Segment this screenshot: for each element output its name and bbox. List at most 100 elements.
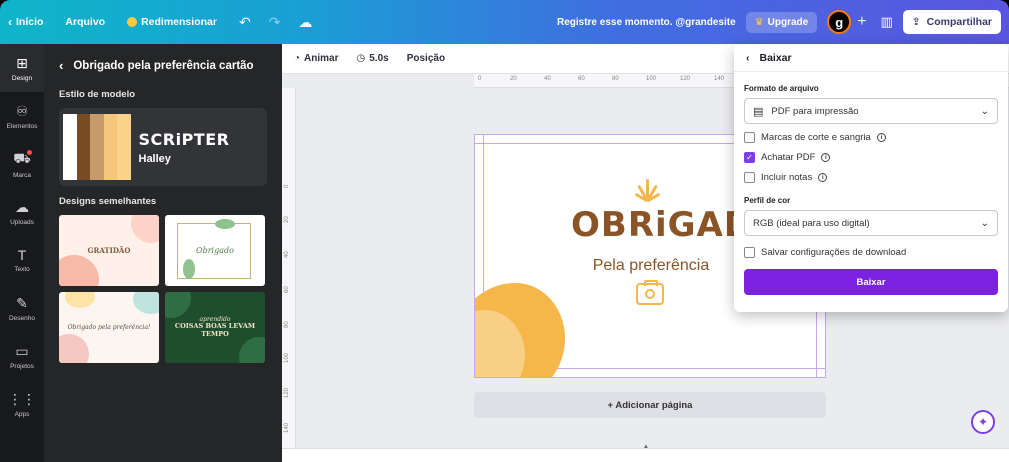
swatch [63, 114, 77, 180]
design-thumbnail[interactable]: Obrigado pela preferência! [59, 292, 159, 363]
notification-dot [27, 150, 32, 155]
magic-assistant-icon[interactable]: ✦ [971, 410, 995, 434]
rail-item-text[interactable]: T Texto [0, 236, 44, 284]
rail-item-apps[interactable]: ⋮⋮ Apps [0, 380, 44, 428]
color-profile-select[interactable]: RGB (ideal para uso digital) ⌄ [744, 210, 998, 236]
info-icon[interactable]: i [876, 132, 886, 142]
similar-designs-grid: GRATIDÃO Obrigado Obrigado pela preferên… [59, 215, 267, 363]
chevron-down-icon: ⌄ [980, 105, 989, 117]
crown-icon: ♛ [754, 16, 764, 28]
leaf-decoration [215, 219, 235, 229]
flatten-pdf-option[interactable]: ✓ Achatar PDF i [744, 150, 998, 164]
undo-icon[interactable]: ↶ [239, 14, 251, 31]
redo-icon[interactable]: ↷ [269, 14, 281, 31]
duration-label: 5.0s [369, 53, 389, 64]
folder-icon: ▭ [15, 342, 29, 359]
rail-item-draw[interactable]: ✎ Desenho [0, 284, 44, 332]
home-button[interactable]: ‹ Início [8, 15, 43, 29]
ruler-tick-label: 40 [544, 76, 551, 82]
animate-button[interactable]: ◔ Animar [294, 53, 339, 64]
rail-item-elements[interactable]: ♾ Elementos [0, 92, 44, 140]
leaf-decoration [183, 259, 195, 279]
position-button[interactable]: Posição [407, 53, 445, 64]
panel-header[interactable]: ‹ Obrigado pela preferência cartão [59, 58, 267, 73]
thumbnail-title: Obrigado [196, 246, 234, 255]
file-format-value: PDF para impressão [771, 105, 859, 117]
style-font-body: Halley [138, 152, 171, 165]
ruler-tick-label: 40 [284, 251, 290, 258]
ruler-tick-label: 60 [578, 76, 585, 82]
upgrade-button[interactable]: ♛ Upgrade [745, 11, 818, 33]
checkbox[interactable] [744, 171, 755, 183]
thumbnail-title: GRATIDÃO [87, 246, 131, 255]
ruler-tick-label: 80 [284, 321, 290, 328]
chevron-down-icon: ⌄ [980, 217, 989, 229]
file-menu[interactable]: Arquivo [65, 16, 105, 28]
rail-item-uploads[interactable]: ☁ Uploads [0, 188, 44, 236]
rail-item-projects[interactable]: ▭ Projetos [0, 332, 44, 380]
position-label: Posição [406, 53, 446, 64]
back-chevron-icon[interactable]: ‹ [59, 58, 63, 73]
popover-header[interactable]: ‹ Baixar [734, 44, 1008, 72]
ruler-tick-label: 100 [284, 352, 290, 363]
style-font-heading: SCRiPTER [138, 129, 230, 149]
design-thumbnail[interactable]: GRATIDÃO [59, 215, 159, 286]
checkbox-checked[interactable]: ✓ [744, 151, 755, 163]
chevron-left-icon: ‹ [8, 15, 12, 29]
style-heading: Estilo de modelo [59, 89, 136, 100]
top-bar: ‹ Início Arquivo Redimensionar ↶ ↷ ☁ Reg… [0, 0, 1009, 44]
include-notes-option[interactable]: Incluir notas i [744, 170, 998, 184]
design-panel: ‹ Obrigado pela preferência cartão Estil… [44, 44, 282, 462]
save-settings-option[interactable]: Salvar configurações de download [744, 245, 998, 259]
share-button[interactable]: ⇪ Compartilhar [902, 10, 1001, 34]
avatar[interactable]: g [827, 10, 852, 34]
design-title[interactable]: Registre esse momento. @grandesite [557, 17, 736, 28]
pen-icon: ✎ [16, 294, 28, 311]
color-profile-value: RGB (ideal para uso digital) [753, 217, 870, 229]
option-label: Marcas de corte e sangria [761, 131, 871, 143]
rail-label: Design [11, 74, 33, 82]
card-subtitle[interactable]: Pela preferência [571, 257, 731, 275]
file-menu-label: Arquivo [65, 16, 106, 28]
option-label: Incluir notas [761, 171, 813, 183]
ruler-left: 0 20 40 60 80 100 120 140 [282, 88, 296, 462]
design-thumbnail[interactable]: Obrigado [165, 215, 265, 286]
color-profile-label: Perfil de cor [744, 196, 791, 205]
card-title[interactable]: OBRiGADO [571, 205, 782, 245]
ruler-tick-label: 0 [478, 76, 482, 82]
checkbox[interactable] [744, 246, 755, 258]
color-swatches [63, 114, 131, 180]
camera-icon[interactable] [636, 280, 664, 305]
left-rail: ⊞ Design ♾ Elementos ⛟ Marca ☁ Uploads T… [0, 44, 44, 462]
upgrade-label: Upgrade [767, 16, 809, 28]
add-page-button[interactable]: + Adicionar página [474, 392, 826, 418]
info-icon[interactable]: i [818, 172, 828, 182]
panel-title: Obrigado pela preferência cartão [73, 59, 254, 72]
rail-item-design[interactable]: ⊞ Design [0, 44, 44, 92]
text-icon: T [17, 247, 27, 263]
sunburst-decoration[interactable] [618, 171, 678, 203]
rail-item-brand[interactable]: ⛟ Marca [0, 140, 44, 188]
ruler-tick-label: 140 [284, 422, 290, 433]
design-thumbnail[interactable]: aprendido COISAS BOAS LEVAM TEMPO [165, 292, 265, 363]
option-label: Achatar PDF [761, 151, 816, 163]
duration-button[interactable]: ◷ 5.0s [357, 53, 389, 64]
download-popover: ‹ Baixar Formato de arquivo ▤ PDF para i… [734, 44, 1008, 312]
ruler-tick-label: 20 [284, 216, 290, 223]
animate-label: Animar [304, 53, 339, 64]
resize-button[interactable]: Redimensionar [127, 16, 217, 28]
back-chevron-icon[interactable]: ‹ [746, 52, 750, 64]
plus-icon[interactable]: + [857, 13, 866, 31]
template-style-card[interactable]: SCRiPTER Halley [59, 108, 267, 186]
checkbox[interactable] [744, 131, 755, 143]
ruler-tick-label: 140 [714, 76, 725, 82]
file-format-select[interactable]: ▤ PDF para impressão ⌄ [744, 98, 998, 124]
insights-chart-icon[interactable]: ▥ [881, 14, 893, 30]
rail-label: Apps [14, 410, 30, 418]
info-icon[interactable]: i [821, 152, 831, 162]
leaf-decoration [165, 292, 191, 318]
ruler-tick-label: 0 [284, 184, 290, 188]
download-button[interactable]: Baixar [744, 269, 998, 295]
crop-marks-option[interactable]: Marcas de corte e sangria i [744, 130, 998, 144]
cloud-sync-icon[interactable]: ☁ [298, 14, 312, 31]
